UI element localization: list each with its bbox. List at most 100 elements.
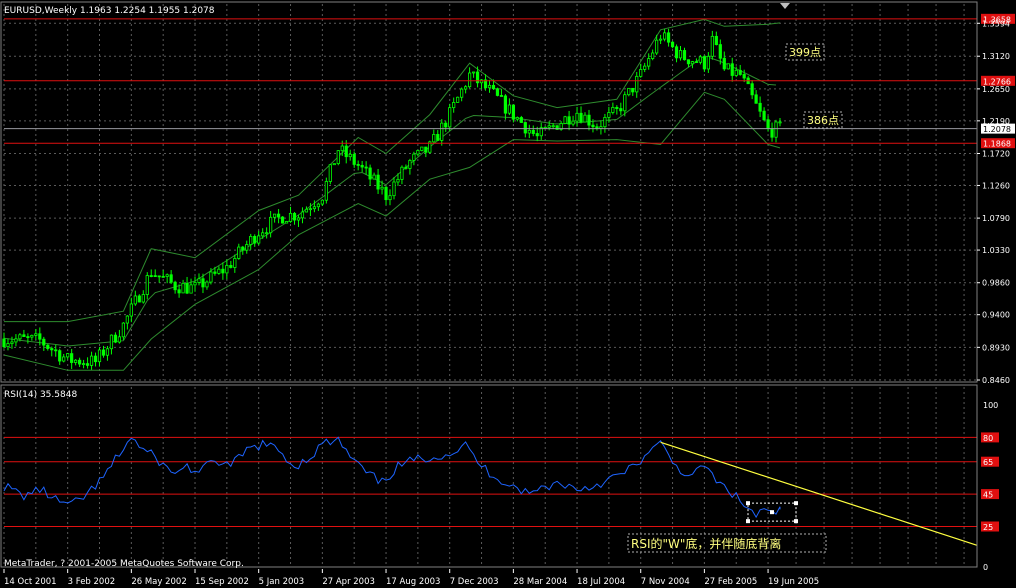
rsi-y-tick-label: 0: [983, 563, 988, 572]
candle-body: [690, 61, 695, 65]
selection-handle[interactable]: [746, 519, 750, 524]
candle-body: [18, 334, 22, 340]
y-tick-label: 0.9400: [982, 311, 1010, 320]
candle-body: [241, 246, 245, 251]
y-tick-label: 1.2650: [982, 85, 1010, 94]
candle-body: [261, 232, 265, 237]
candle-body: [551, 125, 555, 128]
candle-body: [591, 124, 595, 128]
candle[interactable]: [555, 125, 559, 130]
candle-body: [221, 268, 225, 274]
y-tick-label: 1.3120: [982, 52, 1010, 61]
candle-body: [233, 258, 237, 268]
candle-body: [269, 216, 273, 234]
y-tick-label: 1.1260: [982, 181, 1010, 190]
candle-body: [424, 146, 428, 153]
candle-body: [400, 166, 404, 180]
candle-body: [487, 84, 492, 89]
x-tick-label: 3 Feb 2002: [68, 577, 116, 587]
candle-body: [666, 32, 671, 43]
candle-body: [523, 122, 527, 134]
candle-body: [627, 87, 631, 96]
chart-background: [0, 0, 1016, 588]
candle-body: [50, 348, 54, 351]
candle-body: [388, 195, 392, 201]
selection-handle[interactable]: [794, 501, 798, 506]
candle-body: [471, 71, 476, 74]
selection-handle[interactable]: [746, 501, 750, 506]
candle-body: [213, 271, 217, 274]
candle-body: [2, 338, 6, 348]
candle-body: [125, 315, 129, 324]
candle-body: [467, 72, 472, 88]
candle[interactable]: [428, 140, 432, 154]
candle-body: [567, 116, 571, 125]
candle-body: [774, 121, 778, 138]
candle-body: [726, 63, 730, 70]
x-tick-label: 28 Mar 2004: [513, 577, 567, 587]
candle-body: [34, 333, 38, 336]
candle[interactable]: [420, 146, 424, 152]
candle[interactable]: [448, 103, 452, 132]
candle-body: [113, 334, 118, 343]
candle-body: [647, 58, 651, 67]
candle-body: [575, 112, 579, 122]
candle-body: [352, 153, 356, 165]
candle-body: [10, 341, 14, 344]
candle[interactable]: [627, 87, 631, 97]
candle[interactable]: [328, 164, 332, 185]
y-tick-label: 0.9860: [982, 279, 1010, 288]
candle-body: [62, 356, 66, 362]
candle[interactable]: [280, 216, 285, 224]
candle-body: [105, 348, 110, 356]
rsi-annotation-text: RSI的"W"底，并伴随底背离: [631, 536, 781, 551]
candle-body: [519, 117, 523, 123]
candle-body: [280, 216, 285, 224]
candle-body: [607, 112, 611, 118]
candle-body: [635, 75, 639, 93]
candle-body: [499, 95, 504, 97]
selection-handle[interactable]: [794, 519, 798, 524]
candle[interactable]: [456, 96, 460, 103]
x-tick-label: 19 Jun 2005: [768, 577, 819, 587]
candle[interactable]: [332, 163, 336, 166]
x-tick-label: 5 Jan 2003: [259, 577, 305, 587]
candle-body: [408, 160, 412, 169]
price-marker-label: 1.1868: [983, 140, 1011, 149]
candle-body: [356, 164, 360, 166]
x-tick-label: 7 Dec 2003: [450, 577, 499, 587]
candle-body: [678, 50, 683, 59]
candle[interactable]: [670, 41, 675, 49]
candle[interactable]: [495, 87, 500, 97]
y-tick-label: 1.1720: [982, 149, 1010, 158]
candle[interactable]: [284, 220, 289, 224]
candle-body: [563, 116, 567, 124]
candle-body: [296, 217, 301, 221]
candle-body: [706, 55, 710, 70]
candle-body: [328, 164, 332, 182]
candle[interactable]: [726, 63, 730, 70]
candle-body: [754, 94, 758, 104]
candle-body: [364, 166, 368, 169]
candle-body: [197, 278, 201, 283]
candle-body: [623, 94, 627, 112]
candle-body: [436, 134, 440, 141]
candle-body: [368, 167, 372, 180]
candle-body: [245, 244, 249, 251]
candle-body: [324, 181, 328, 201]
x-tick-label: 26 May 2002: [131, 577, 186, 587]
candle-body: [762, 110, 766, 121]
selection-handle[interactable]: [770, 510, 774, 515]
candle[interactable]: [324, 177, 328, 204]
candle[interactable]: [336, 150, 340, 166]
candle-body: [70, 353, 74, 363]
candle-body: [97, 349, 102, 363]
candle-body: [101, 349, 106, 356]
candle-body: [571, 120, 575, 125]
candle[interactable]: [563, 115, 567, 124]
candle-body: [229, 265, 233, 268]
candle-body: [153, 275, 157, 278]
candle-body: [300, 211, 305, 219]
candle-body: [26, 336, 30, 338]
candle-body: [778, 121, 782, 124]
